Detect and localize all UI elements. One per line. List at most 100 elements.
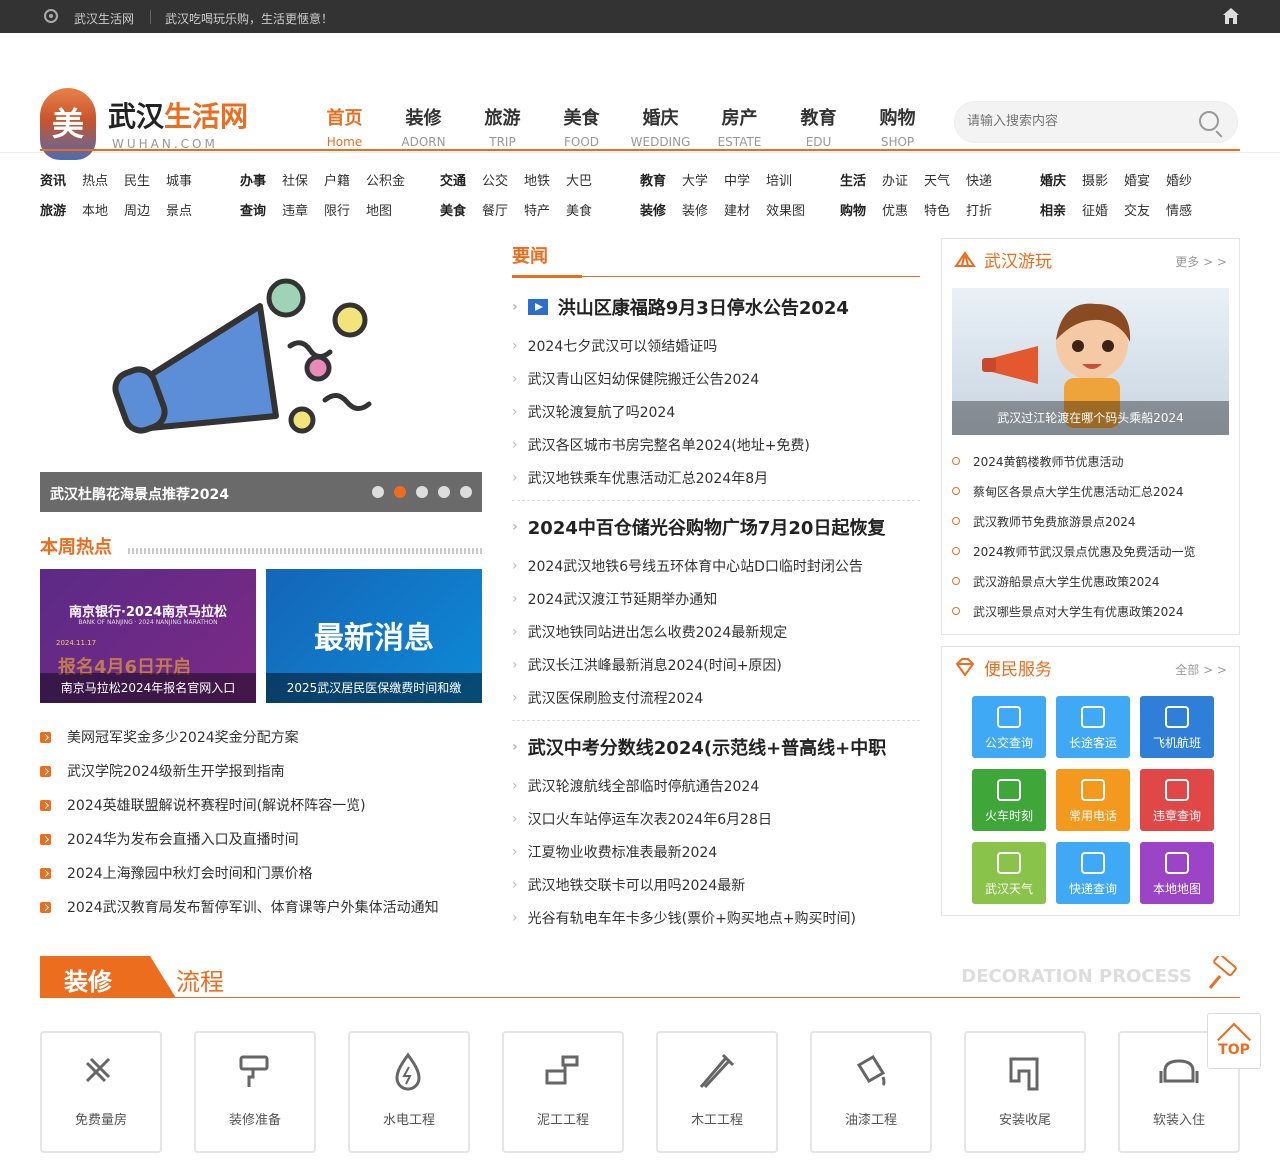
category-link[interactable]: 美食 <box>566 200 592 230</box>
decoration-step[interactable]: 油漆工程 <box>810 1031 932 1153</box>
nav-shop[interactable]: 购物 SHOP <box>858 104 937 149</box>
list-item[interactable]: 2024武汉教育局发布暂停军训、体育课等户外集体活动通知 <box>40 890 482 924</box>
category-link[interactable]: 征婚 <box>1082 200 1108 230</box>
category-link[interactable]: 地铁 <box>524 170 550 200</box>
nav-edu[interactable]: 教育 EDU <box>779 104 858 149</box>
category-link[interactable]: 优惠 <box>882 200 908 230</box>
news-headline[interactable]: 武汉中考分数线2024(示范线+普高线+中职 <box>512 725 920 769</box>
news-item[interactable]: 武汉地铁乘车优惠活动汇总2024年8月 <box>512 461 920 494</box>
category-heading[interactable]: 旅游 <box>40 200 66 230</box>
nav-trip[interactable]: 旅游 TRIP <box>463 104 542 149</box>
news-item[interactable]: 武汉青山区妇幼保健院搬迁公告2024 <box>512 362 920 395</box>
decoration-step[interactable]: 泥工工程 <box>502 1031 624 1153</box>
service-tile[interactable]: 违章查询 <box>1140 769 1214 831</box>
category-link[interactable]: 摄影 <box>1082 170 1108 200</box>
news-headline-text[interactable]: 洪山区康福路9月3日停水公告2024 <box>558 294 849 320</box>
slider-dot[interactable] <box>372 486 384 498</box>
play-item[interactable]: 武汉哪些景点对大学生有优惠政策2024 <box>952 596 1232 626</box>
category-link[interactable]: 效果图 <box>766 200 805 230</box>
list-item[interactable]: 2024英雄联盟解说杯赛程时间(解说杯阵容一览) <box>40 788 482 822</box>
nav-estate[interactable]: 房产 ESTATE <box>700 104 779 149</box>
category-link[interactable]: 地图 <box>366 200 392 230</box>
category-heading[interactable]: 相亲 <box>1040 200 1066 230</box>
category-link[interactable]: 打折 <box>966 200 992 230</box>
service-more-link[interactable]: 全部 > > <box>1175 661 1227 678</box>
category-link[interactable]: 城事 <box>166 170 192 200</box>
hot-thumb[interactable]: 最新消息 2025武汉居民医保缴费时间和缴 <box>266 569 482 703</box>
news-item[interactable]: 武汉地铁交联卡可以用吗2024最新 <box>512 868 920 901</box>
news-item[interactable]: 江夏物业收费标准表最新2024 <box>512 835 920 868</box>
news-headline-text[interactable]: 武汉中考分数线2024(示范线+普高线+中职 <box>528 734 887 760</box>
category-link[interactable]: 天气 <box>924 170 950 200</box>
settings-icon[interactable] <box>44 9 58 23</box>
news-item[interactable]: 武汉轮渡复航了吗2024 <box>512 395 920 428</box>
nav-food[interactable]: 美食 FOOD <box>542 104 621 149</box>
hot-item-title[interactable]: 2024华为发布会直播入口及直播时间 <box>67 829 299 849</box>
slider-dot[interactable] <box>460 486 472 498</box>
play-item[interactable]: 武汉游船景点大学生优惠政策2024 <box>952 566 1232 596</box>
hot-item-title[interactable]: 2024上海豫园中秋灯会时间和门票价格 <box>67 863 313 883</box>
play-image[interactable]: 武汉过江轮渡在哪个码头乘船2024 <box>952 288 1229 435</box>
service-tile[interactable]: 公交查询 <box>972 696 1046 758</box>
news-item[interactable]: 汉口火车站停运车次表2024年6月28日 <box>512 802 920 835</box>
decoration-step[interactable]: 安装收尾 <box>964 1031 1086 1153</box>
logo-title[interactable]: 武汉生活网 <box>108 95 248 135</box>
category-heading[interactable]: 装修 <box>640 200 666 230</box>
category-link[interactable]: 建材 <box>724 200 750 230</box>
news-item[interactable]: 武汉医保刷脸支付流程2024 <box>512 681 920 714</box>
category-link[interactable]: 培训 <box>766 170 792 200</box>
home-icon[interactable] <box>1222 7 1240 25</box>
service-tile[interactable]: 本地地图 <box>1140 842 1214 904</box>
category-heading[interactable]: 教育 <box>640 170 666 200</box>
category-link[interactable]: 餐厅 <box>482 200 508 230</box>
category-heading[interactable]: 购物 <box>840 200 866 230</box>
category-heading[interactable]: 资讯 <box>40 170 66 200</box>
service-tile[interactable]: 武汉天气 <box>972 842 1046 904</box>
news-item[interactable]: 武汉地铁同站进出怎么收费2024最新规定 <box>512 615 920 648</box>
news-item[interactable]: 2024七夕武汉可以领结婚证吗 <box>512 329 920 362</box>
service-tile[interactable]: 常用电话 <box>1056 769 1130 831</box>
nav-home[interactable]: 首页 Home <box>305 104 384 149</box>
category-link[interactable]: 周边 <box>124 200 150 230</box>
service-tile[interactable]: 快递查询 <box>1056 842 1130 904</box>
list-item[interactable]: 武汉学院2024级新生开学报到指南 <box>40 754 482 788</box>
hot-item-title[interactable]: 2024武汉教育局发布暂停军训、体育课等户外集体活动通知 <box>67 897 439 917</box>
category-link[interactable]: 特产 <box>524 200 550 230</box>
category-heading[interactable]: 办事 <box>240 170 266 200</box>
slider[interactable]: 武汉杜鹃花海景点推荐2024 <box>40 238 482 512</box>
news-item[interactable]: 武汉长江洪峰最新消息2024(时间+原因) <box>512 648 920 681</box>
news-item[interactable]: 武汉各区城市书房完整名单2024(地址+免费) <box>512 428 920 461</box>
category-link[interactable]: 民生 <box>124 170 150 200</box>
decoration-step[interactable]: 装修准备 <box>194 1031 316 1153</box>
category-link[interactable]: 热点 <box>82 170 108 200</box>
category-link[interactable]: 大学 <box>682 170 708 200</box>
top-site-link[interactable]: 武汉生活网 <box>74 10 134 27</box>
decoration-step[interactable]: 免费量房 <box>40 1031 162 1153</box>
list-item[interactable]: 美网冠军奖金多少2024奖金分配方案 <box>40 720 482 754</box>
back-to-top-button[interactable]: TOP <box>1207 1013 1261 1069</box>
category-link[interactable]: 本地 <box>82 200 108 230</box>
hot-item-title[interactable]: 2024英雄联盟解说杯赛程时间(解说杯阵容一览) <box>67 795 366 815</box>
category-link[interactable]: 限行 <box>324 200 350 230</box>
category-link[interactable]: 社保 <box>282 170 308 200</box>
news-headline[interactable]: 洪山区康福路9月3日停水公告2024 <box>512 285 920 329</box>
category-heading[interactable]: 美食 <box>440 200 466 230</box>
news-headline-text[interactable]: 2024中百仓储光谷购物广场7月20日起恢复 <box>528 514 886 540</box>
category-link[interactable]: 户籍 <box>324 170 350 200</box>
service-tile[interactable]: 长途客运 <box>1056 696 1130 758</box>
category-link[interactable]: 办证 <box>882 170 908 200</box>
hot-thumb[interactable]: 南京银行·2024南京马拉松 BANK OF NANJING · 2024 NA… <box>40 569 256 703</box>
play-item[interactable]: 蔡甸区各景点大学生优惠活动汇总2024 <box>952 476 1232 506</box>
category-link[interactable]: 中学 <box>724 170 750 200</box>
category-link[interactable]: 交友 <box>1124 200 1150 230</box>
news-item[interactable]: 光谷有轨电车年卡多少钱(票价+购买地点+购买时间) <box>512 901 920 934</box>
category-link[interactable]: 装修 <box>682 200 708 230</box>
news-item[interactable]: 2024武汉渡江节延期举办通知 <box>512 582 920 615</box>
category-link[interactable]: 婚纱 <box>1166 170 1192 200</box>
search-input[interactable] <box>967 114 1187 129</box>
list-item[interactable]: 2024上海豫园中秋灯会时间和门票价格 <box>40 856 482 890</box>
service-tile[interactable]: 飞机航班 <box>1140 696 1214 758</box>
play-item[interactable]: 武汉教师节免费旅游景点2024 <box>952 506 1232 536</box>
category-link[interactable]: 公交 <box>482 170 508 200</box>
nav-adorn[interactable]: 装修 ADORN <box>384 104 463 149</box>
